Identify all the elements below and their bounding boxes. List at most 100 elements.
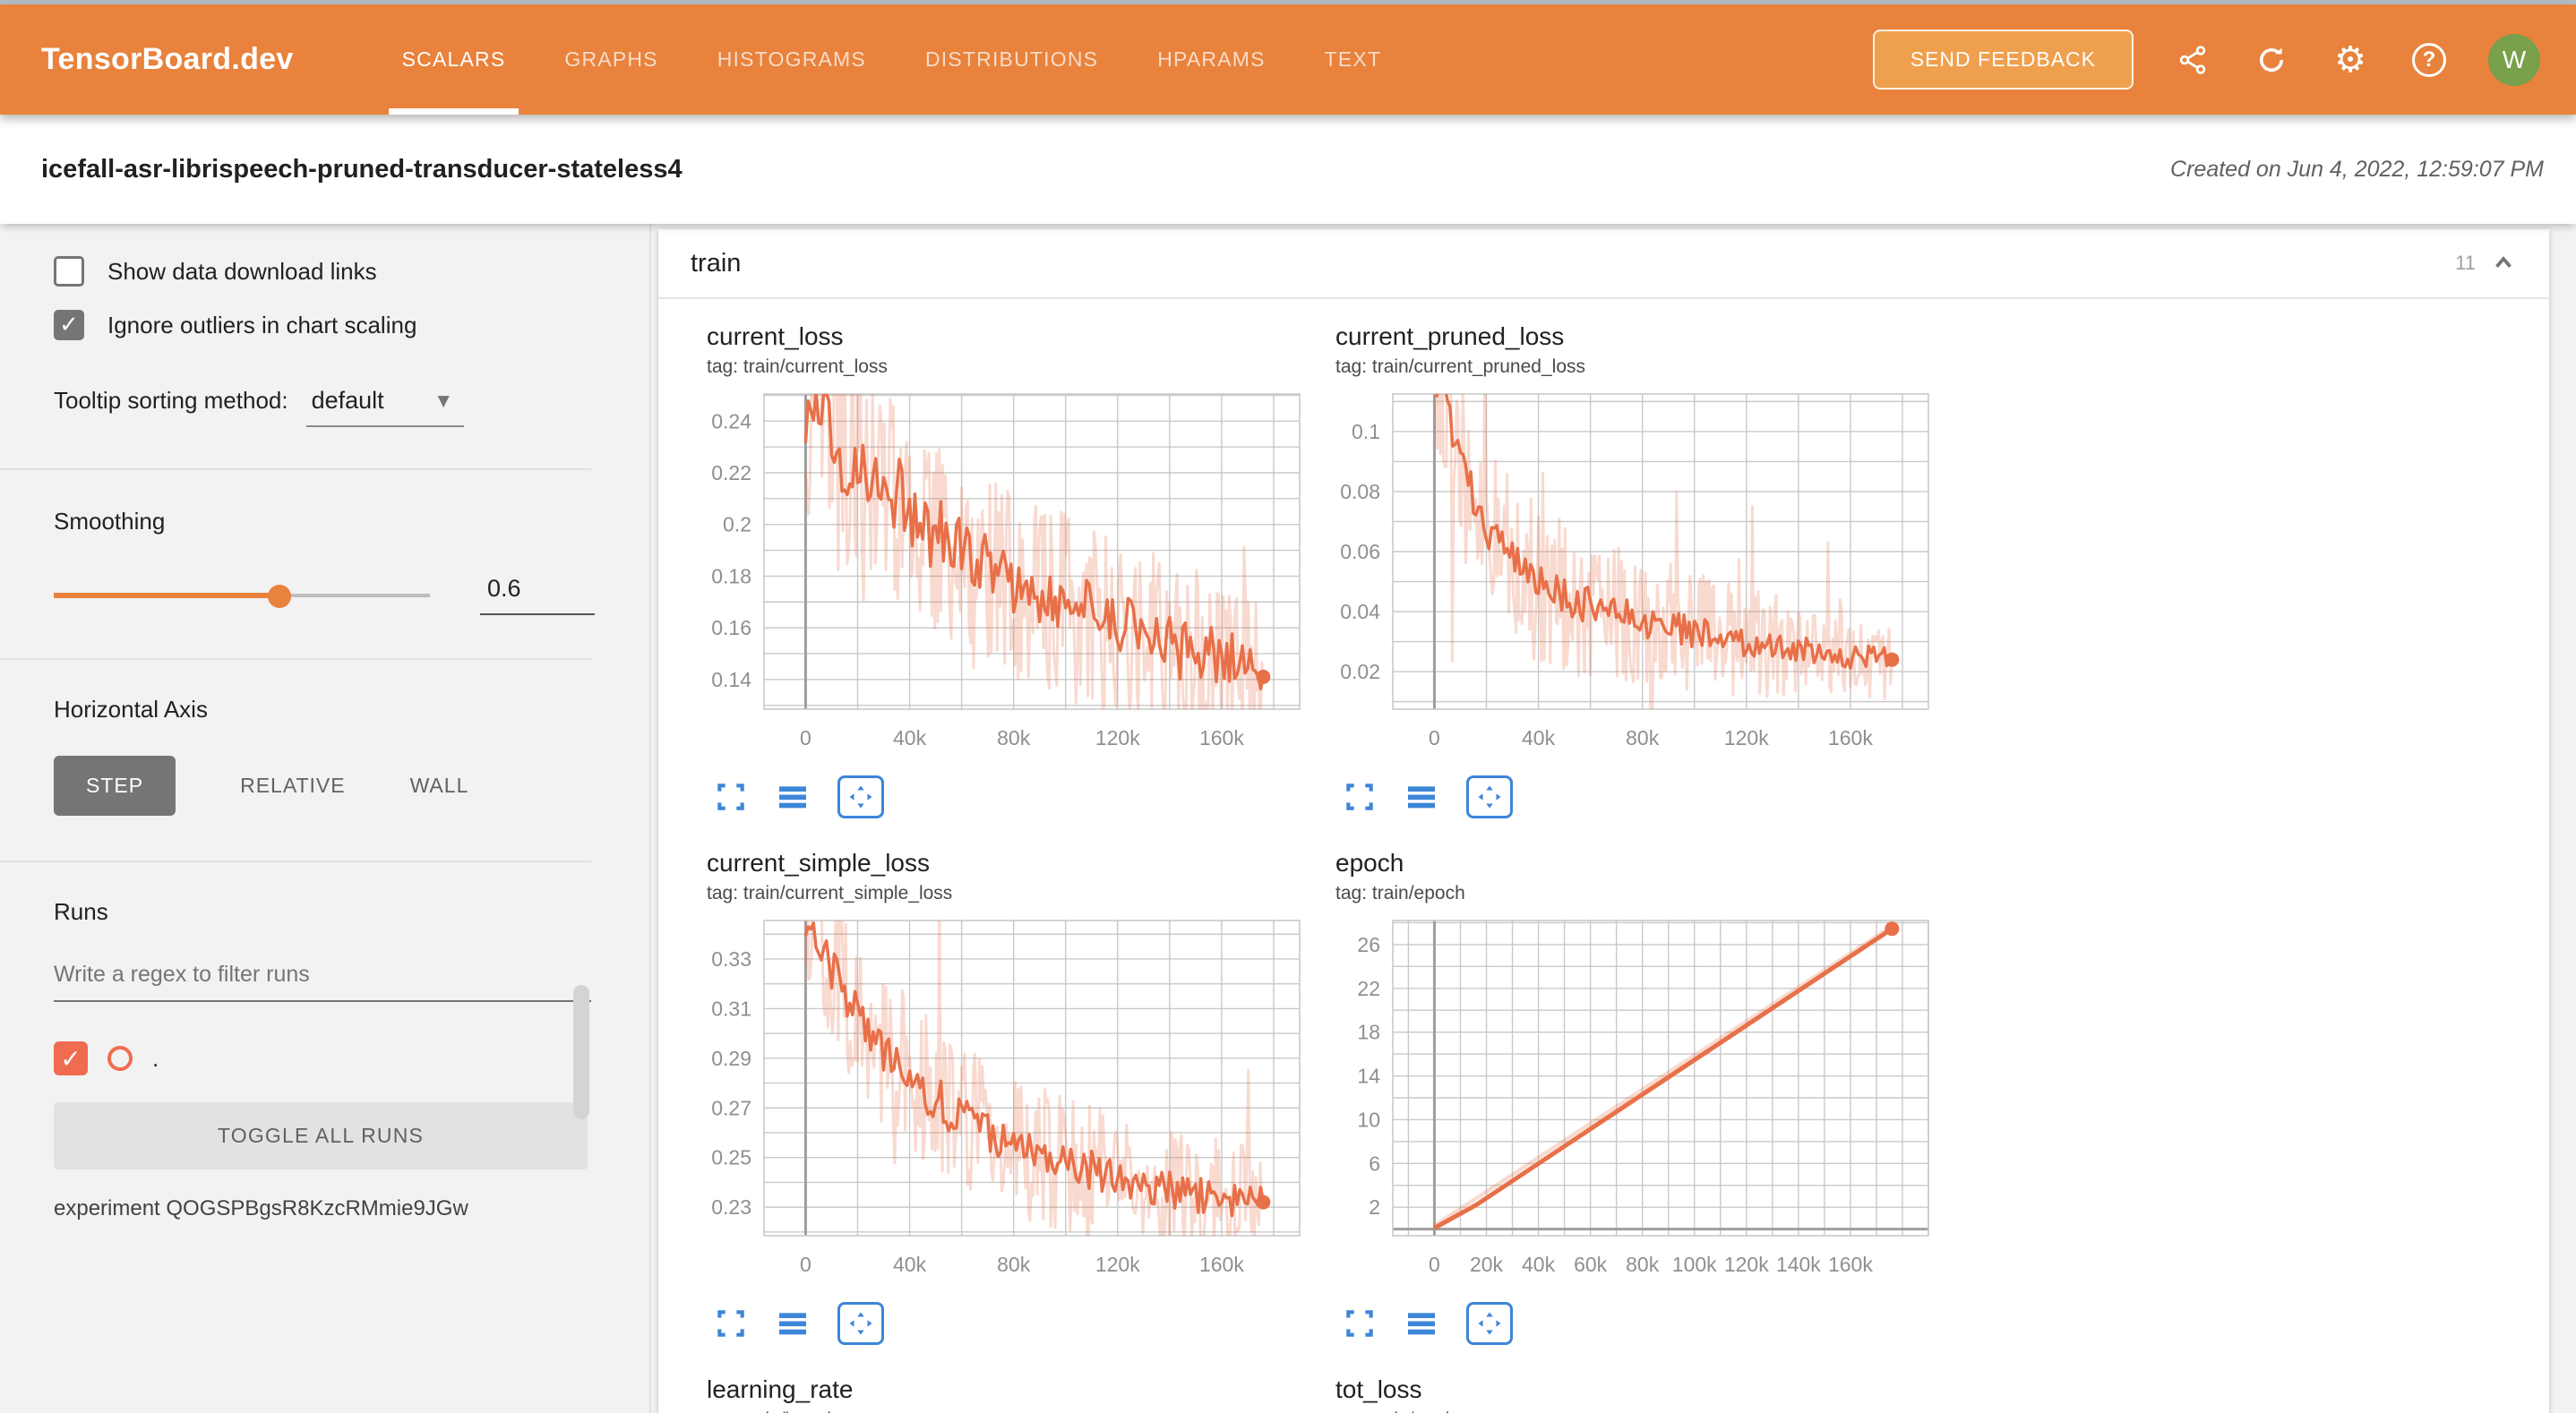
svg-text:120k: 120k xyxy=(1095,726,1140,749)
help-icon[interactable]: ? xyxy=(2409,40,2449,80)
svg-text:40k: 40k xyxy=(893,726,927,749)
svg-text:40k: 40k xyxy=(1522,1253,1556,1276)
toggle-all-runs-button[interactable]: TOGGLE ALL RUNS xyxy=(54,1102,588,1169)
svg-text:80k: 80k xyxy=(997,726,1031,749)
nav-tabs: SCALARSGRAPHSHISTOGRAMSDISTRIBUTIONSHPAR… xyxy=(373,4,1412,115)
svg-text:0.18: 0.18 xyxy=(711,564,751,587)
svg-text:0.06: 0.06 xyxy=(1340,540,1380,563)
svg-text:0.1: 0.1 xyxy=(1352,420,1380,443)
run-checkbox[interactable]: ✓ xyxy=(54,1041,88,1075)
divider xyxy=(0,468,591,470)
svg-text:100k: 100k xyxy=(1672,1253,1717,1276)
svg-text:140k: 140k xyxy=(1776,1253,1821,1276)
fullscreen-icon[interactable] xyxy=(714,780,748,814)
chart-title: current_pruned_loss xyxy=(1310,322,1928,351)
settings-gear-icon[interactable]: ⚙ xyxy=(2331,40,2370,80)
svg-text:0.27: 0.27 xyxy=(711,1096,751,1119)
fit-domain-icon[interactable] xyxy=(1466,775,1513,818)
tab-distributions[interactable]: DISTRIBUTIONS xyxy=(896,4,1128,115)
smoothing-control: 0.6 xyxy=(0,575,649,615)
tab-scalars[interactable]: SCALARS xyxy=(373,4,536,115)
svg-text:0.16: 0.16 xyxy=(711,616,751,639)
run-name: . xyxy=(152,1045,159,1073)
runs-filter-input[interactable] xyxy=(54,962,591,1002)
svg-text:0: 0 xyxy=(1429,1253,1440,1276)
fullscreen-icon[interactable] xyxy=(1343,1306,1377,1340)
svg-text:160k: 160k xyxy=(1199,1253,1244,1276)
svg-text:0.23: 0.23 xyxy=(711,1195,751,1219)
axis-relative-button[interactable]: RELATIVE xyxy=(240,774,346,798)
svg-text:160k: 160k xyxy=(1828,726,1873,749)
svg-text:0: 0 xyxy=(800,726,811,749)
svg-text:160k: 160k xyxy=(1828,1253,1873,1276)
svg-text:2: 2 xyxy=(1369,1195,1380,1219)
fit-domain-icon[interactable] xyxy=(837,775,884,818)
axis-wall-button[interactable]: WALL xyxy=(410,774,469,798)
app-brand: TensorBoard.dev xyxy=(41,42,294,77)
scalar-chart-card: learning_rate tag: train/learning_rate 0… xyxy=(682,1375,1300,1413)
settings-sidebar: Show data download links ✓ Ignore outlie… xyxy=(0,224,651,1413)
share-icon[interactable] xyxy=(2173,40,2212,80)
fullscreen-icon[interactable] xyxy=(1343,780,1377,814)
svg-text:0.31: 0.31 xyxy=(711,997,751,1020)
svg-text:0.22: 0.22 xyxy=(711,461,751,484)
chevron-up-icon[interactable] xyxy=(2490,250,2517,277)
experiment-header: icefall-asr-librispeech-pruned-transduce… xyxy=(0,115,2576,224)
svg-text:0.29: 0.29 xyxy=(711,1047,751,1070)
tab-hparams[interactable]: HPARAMS xyxy=(1128,4,1294,115)
chart-title: tot_loss xyxy=(1310,1375,1928,1404)
svg-text:40k: 40k xyxy=(1522,726,1556,749)
tab-histograms[interactable]: HISTOGRAMS xyxy=(688,4,896,115)
navbar: TensorBoard.dev SCALARSGRAPHSHISTOGRAMSD… xyxy=(0,4,2576,115)
ignore-outliers-row[interactable]: ✓ Ignore outliers in chart scaling xyxy=(0,310,649,340)
run-list-item[interactable]: ✓ . xyxy=(0,1041,649,1075)
created-timestamp: Created on Jun 4, 2022, 12:59:07 PM xyxy=(2170,157,2544,183)
log-scale-toggle-icon[interactable] xyxy=(775,1306,811,1341)
chart-tag: tag: train/tot_loss xyxy=(1310,1409,1928,1413)
train-card: train 11 current_loss tag: train/current… xyxy=(658,229,2549,1413)
chart-tag: tag: train/current_pruned_loss xyxy=(1310,356,1928,378)
chart-toolbar xyxy=(1343,772,1928,822)
svg-text:14: 14 xyxy=(1357,1065,1380,1088)
user-avatar[interactable]: W xyxy=(2488,34,2540,86)
log-scale-toggle-icon[interactable] xyxy=(1404,1306,1439,1341)
tab-text[interactable]: TEXT xyxy=(1295,4,1412,115)
svg-text:6: 6 xyxy=(1369,1152,1380,1175)
svg-text:0.08: 0.08 xyxy=(1340,480,1380,503)
sidebar-scrollbar[interactable] xyxy=(573,985,589,1119)
svg-text:0.25: 0.25 xyxy=(711,1146,751,1169)
svg-text:0.33: 0.33 xyxy=(711,947,751,971)
chart-plot[interactable]: 040k80k120k160k0.330.310.290.270.250.23 xyxy=(682,915,1309,1289)
tooltip-sorting-select[interactable]: default ▼ xyxy=(306,387,464,427)
fullscreen-icon[interactable] xyxy=(714,1306,748,1340)
checkbox-label: Show data download links xyxy=(107,258,377,286)
show-download-links-checkbox[interactable] xyxy=(54,256,84,287)
send-feedback-button[interactable]: SEND FEEDBACK xyxy=(1873,30,2134,90)
ignore-outliers-checkbox[interactable]: ✓ xyxy=(54,310,84,340)
slider-handle[interactable] xyxy=(268,585,291,608)
runs-label: Runs xyxy=(0,898,649,926)
tooltip-sorting-label: Tooltip sorting method: xyxy=(54,387,288,415)
scalar-chart-card: current_pruned_loss tag: train/current_p… xyxy=(1310,322,1928,822)
tab-graphs[interactable]: GRAPHS xyxy=(535,4,687,115)
axis-step-button[interactable]: STEP xyxy=(54,756,176,816)
scalar-chart-card: current_loss tag: train/current_loss 040… xyxy=(682,322,1300,822)
log-scale-toggle-icon[interactable] xyxy=(775,779,811,815)
smoothing-value[interactable]: 0.6 xyxy=(480,575,595,615)
svg-text:20k: 20k xyxy=(1470,1253,1504,1276)
smoothing-slider[interactable] xyxy=(54,585,430,606)
svg-text:0.14: 0.14 xyxy=(711,668,751,691)
train-section-header[interactable]: train 11 xyxy=(658,229,2549,299)
svg-text:0.2: 0.2 xyxy=(723,513,751,536)
chart-plot[interactable]: 040k80k120k160k0.240.220.20.180.160.14 xyxy=(682,389,1309,763)
chart-toolbar xyxy=(714,1298,1300,1349)
chart-plot[interactable]: 040k80k120k160k0.10.080.060.040.02 xyxy=(1310,389,1937,763)
svg-text:120k: 120k xyxy=(1724,726,1769,749)
selected-value: default xyxy=(312,387,384,415)
fit-domain-icon[interactable] xyxy=(1466,1302,1513,1345)
fit-domain-icon[interactable] xyxy=(837,1302,884,1345)
refresh-icon[interactable] xyxy=(2252,40,2291,80)
log-scale-toggle-icon[interactable] xyxy=(1404,779,1439,815)
chart-plot[interactable]: 020k40k60k80k100k120k140k160k26221814106… xyxy=(1310,915,1937,1289)
show-download-links-row[interactable]: Show data download links xyxy=(0,256,649,287)
